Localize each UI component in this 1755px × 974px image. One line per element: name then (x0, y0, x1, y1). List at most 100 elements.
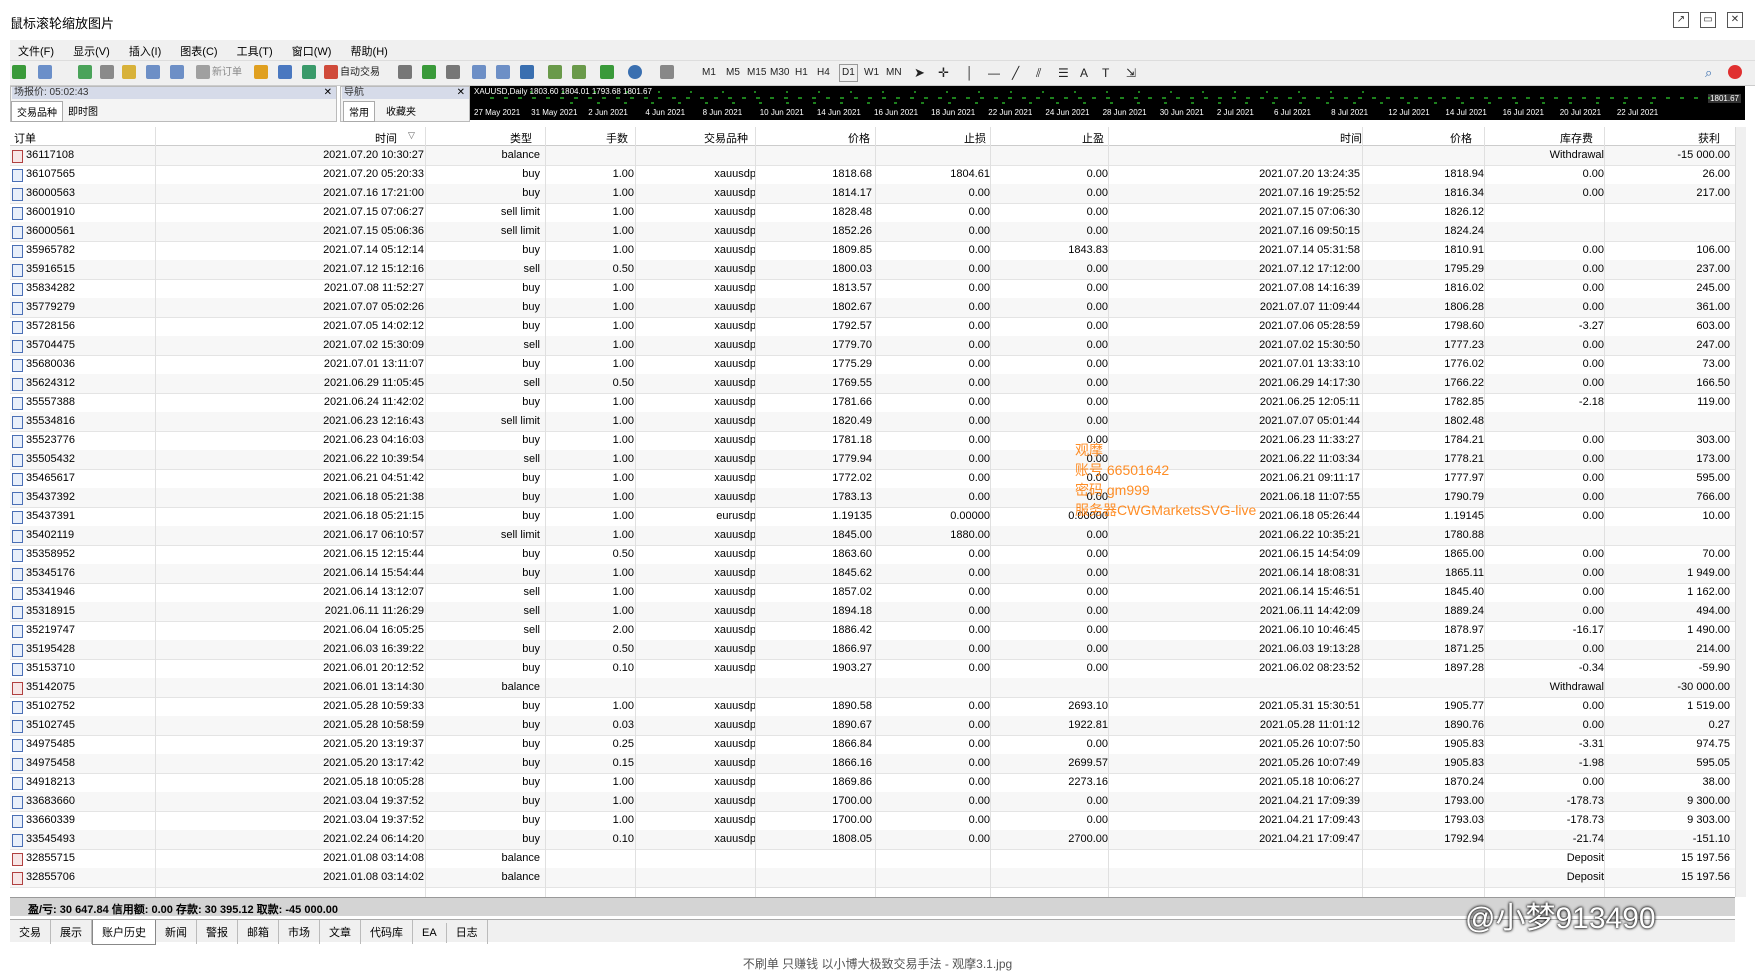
table-row[interactable]: 35142075 2021.06.01 13:14:30 balance Withdr… (10, 678, 1735, 698)
terminal-icon[interactable] (146, 65, 160, 79)
periods-icon[interactable] (628, 65, 642, 79)
tf-d1[interactable]: D1 (839, 64, 858, 82)
table-row[interactable]: 36001910 2021.07.15 07:06:27 sell limit 1.0… (10, 203, 1735, 223)
market-icon[interactable] (302, 65, 316, 79)
indicators-icon[interactable] (600, 65, 614, 79)
table-row[interactable]: 35102752 2021.05.28 10:59:33 buy 1.00 xauusd… (10, 697, 1735, 717)
table-row[interactable]: 35341946 2021.06.14 13:12:07 sell 1.00 xauus… (10, 583, 1735, 603)
tab-terminal-9[interactable]: EA (413, 923, 447, 943)
table-row[interactable]: 35916515 2021.07.12 15:12:16 sell 0.50 xauus… (10, 260, 1735, 280)
new-order-icon[interactable] (196, 65, 210, 79)
col-close-price[interactable]: 价格 (1450, 130, 1472, 146)
auto-trade-icon[interactable] (324, 65, 338, 79)
tf-mn[interactable]: MN (886, 65, 902, 81)
tf-m1[interactable]: M1 (702, 65, 716, 81)
favorites-icon[interactable] (122, 65, 136, 79)
vertical-line-icon[interactable]: │ (966, 65, 974, 81)
trendline-icon[interactable]: ╱ (1012, 65, 1019, 81)
tab-symbols[interactable]: 交易品种 (11, 101, 63, 122)
tab-favorites[interactable]: 收藏夹 (381, 101, 421, 120)
auto-trade-button[interactable]: 自动交易 (340, 65, 380, 81)
tab-terminal-1[interactable]: 展示 (51, 920, 92, 944)
table-row[interactable]: 35153710 2021.06.01 20:12:52 buy 0.10 xauusd… (10, 659, 1735, 679)
tf-w1[interactable]: W1 (864, 65, 879, 81)
shapes-icon[interactable]: ⇲ (1126, 65, 1136, 81)
tab-terminal-2[interactable]: 账户历史 (92, 920, 156, 945)
menu-tools[interactable]: 工具(T) (229, 40, 281, 59)
tester-icon[interactable] (170, 65, 184, 79)
table-row[interactable]: 36000561 2021.07.15 05:06:36 sell limit 1.0… (10, 222, 1735, 242)
table-row[interactable]: 35505432 2021.06.22 10:39:54 sell 1.00 xauus… (10, 450, 1735, 470)
menu-insert[interactable]: 插入(I) (121, 40, 169, 59)
market-watch-icon[interactable] (78, 65, 92, 79)
col-type[interactable]: 类型 (510, 130, 532, 146)
table-row[interactable]: 35534816 2021.06.23 12:16:43 sell limit 1.0… (10, 412, 1735, 432)
table-row[interactable]: 35624312 2021.06.29 11:05:45 sell 0.50 xauus… (10, 374, 1735, 394)
col-volume[interactable]: 手数 (606, 130, 628, 146)
table-row[interactable]: 33683660 2021.03.04 19:37:52 buy 1.00 xauusd… (10, 792, 1735, 812)
table-row[interactable]: 33545493 2021.02.24 06:14:20 buy 0.10 xauusd… (10, 830, 1735, 850)
table-row[interactable]: 35557388 2021.06.24 11:42:02 buy 1.00 xauusd… (10, 393, 1735, 413)
table-row[interactable]: 35219747 2021.06.04 16:05:25 sell 2.00 xauus… (10, 621, 1735, 641)
table-row[interactable]: 34975458 2021.05.20 13:17:42 buy 0.15 xauusd… (10, 754, 1735, 774)
chart-shift-icon[interactable] (572, 65, 586, 79)
table-row[interactable]: 36000563 2021.07.16 17:21:00 buy 1.00 xauusd… (10, 184, 1735, 204)
table-row[interactable]: 35728156 2021.07.05 14:02:12 buy 1.00 xauusd… (10, 317, 1735, 337)
col-profit[interactable]: 获利 (1698, 130, 1720, 146)
col-open-time[interactable]: 时间 (375, 130, 397, 146)
col-open-price[interactable]: 价格 (848, 130, 870, 146)
fibonacci-icon[interactable]: ☰ (1058, 65, 1069, 81)
table-row[interactable]: 35345176 2021.06.14 15:54:44 buy 1.00 xauusd… (10, 564, 1735, 584)
table-row[interactable]: 35102745 2021.05.28 10:58:59 buy 0.03 xauusd… (10, 716, 1735, 736)
metaeditor-icon[interactable] (254, 65, 268, 79)
cursor-icon[interactable]: ➤ (914, 65, 925, 81)
tab-terminal-5[interactable]: 邮箱 (238, 920, 279, 944)
search-icon[interactable]: ⌕ (1705, 65, 1712, 81)
tf-m30[interactable]: M30 (770, 65, 789, 81)
tf-h1[interactable]: H1 (795, 65, 808, 81)
tf-m5[interactable]: M5 (726, 65, 740, 81)
table-row[interactable]: 35465617 2021.06.21 04:51:42 buy 1.00 xauusd… (10, 469, 1735, 489)
text-icon[interactable]: A (1080, 65, 1088, 81)
tab-terminal-3[interactable]: 新闻 (156, 920, 197, 944)
bar-chart-icon[interactable] (398, 65, 412, 79)
tf-h4[interactable]: H4 (817, 65, 830, 81)
zoom-in-icon[interactable] (472, 65, 486, 79)
menu-charts[interactable]: 图表(C) (172, 40, 225, 59)
notification-icon[interactable] (1728, 65, 1742, 79)
close-panel-icon[interactable]: ✕ (457, 87, 465, 98)
close-icon[interactable]: ✕ (1727, 12, 1743, 28)
col-take-profit[interactable]: 止盈 (1082, 130, 1104, 146)
tab-terminal-6[interactable]: 市场 (279, 920, 320, 944)
zoom-out-icon[interactable] (496, 65, 510, 79)
table-row[interactable]: 34975485 2021.05.20 13:19:37 buy 0.25 xauusd… (10, 735, 1735, 755)
table-row[interactable]: 33660339 2021.03.04 19:37:52 buy 1.00 xauusd… (10, 811, 1735, 831)
vertical-scrollbar[interactable] (1735, 127, 1746, 897)
col-stop-loss[interactable]: 止损 (964, 130, 986, 146)
tf-m15[interactable]: M15 (747, 65, 766, 81)
table-row[interactable]: 35680036 2021.07.01 13:11:07 buy 1.00 xauusd… (10, 355, 1735, 375)
tab-terminal-7[interactable]: 文章 (320, 920, 361, 944)
profiles-icon[interactable] (38, 65, 52, 79)
new-chart-icon[interactable] (12, 65, 26, 79)
col-swap[interactable]: 库存费 (1560, 130, 1593, 146)
table-row[interactable]: 35195428 2021.06.03 16:39:22 buy 0.50 xauusd… (10, 640, 1735, 660)
candle-chart-icon[interactable] (422, 65, 436, 79)
table-row[interactable]: 36107565 2021.07.20 05:20:33 buy 1.00 xauusd… (10, 165, 1735, 185)
new-order-button[interactable]: 新订单 (212, 65, 242, 81)
table-row[interactable]: 34918213 2021.05.18 10:05:28 buy 1.00 xauusd… (10, 773, 1735, 793)
table-row[interactable]: 36117108 2021.07.20 10:30:27 balance Withdr… (10, 146, 1735, 166)
menu-window[interactable]: 窗口(W) (284, 40, 340, 59)
table-row[interactable]: 35523776 2021.06.23 04:16:03 buy 1.00 xauusd… (10, 431, 1735, 451)
menu-file[interactable]: 文件(F) (10, 40, 62, 59)
col-close-time[interactable]: 时间 (1340, 130, 1362, 146)
tile-windows-icon[interactable] (520, 65, 534, 79)
table-row[interactable]: 35965782 2021.07.14 05:12:14 buy 1.00 xauusd… (10, 241, 1735, 261)
restore-icon[interactable]: ▭ (1700, 12, 1716, 28)
tab-terminal-10[interactable]: 日志 (447, 920, 488, 944)
table-row[interactable]: 32855706 2021.01.08 03:14:02 balance Deposi… (10, 868, 1735, 888)
table-row[interactable]: 35437392 2021.06.18 05:21:38 buy 1.00 xauusd… (10, 488, 1735, 508)
menu-help[interactable]: 帮助(H) (343, 40, 396, 59)
templates-icon[interactable] (660, 65, 674, 79)
table-row[interactable]: 35834282 2021.07.08 11:52:27 buy 1.00 xauusd… (10, 279, 1735, 299)
